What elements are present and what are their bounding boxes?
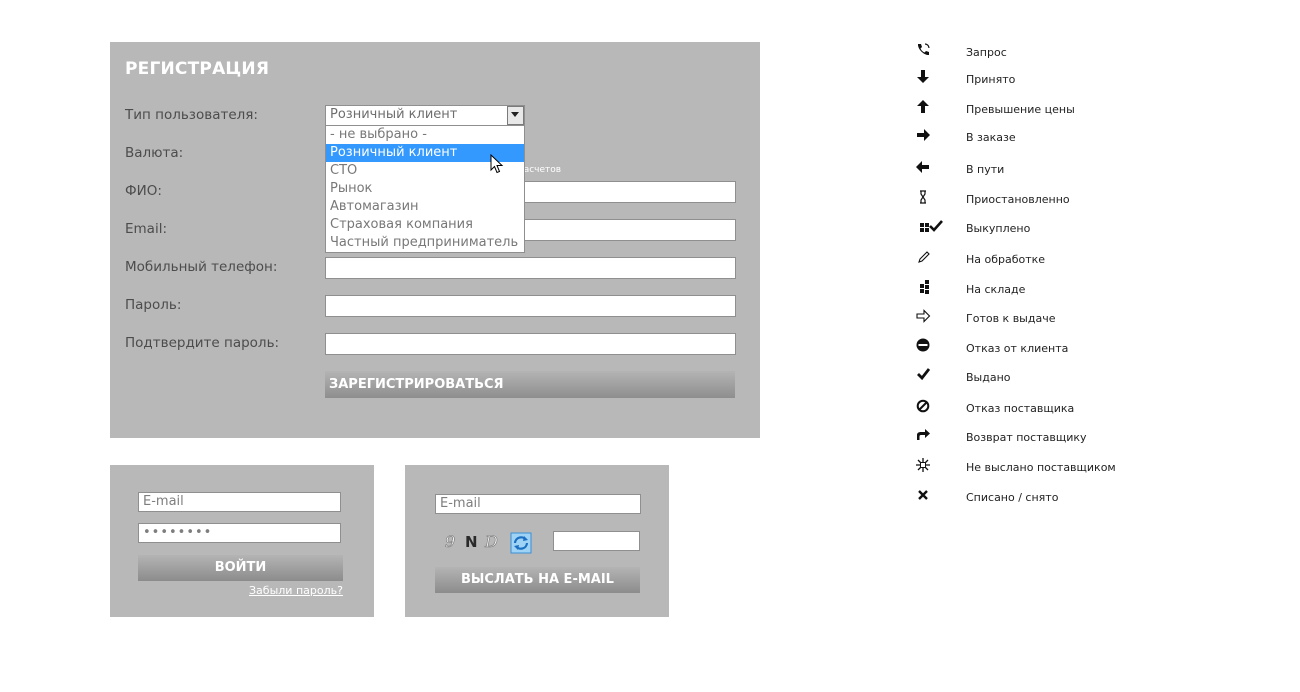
legend-label: Приостановленно [966, 193, 1070, 206]
arrow-down-icon [915, 69, 947, 85]
chevron-down-icon[interactable] [507, 106, 524, 125]
registration-panel: РЕГИСТРАЦИЯ Тип пользователя: Валюта: ФИ… [110, 42, 760, 438]
legend-item: Выкуплено [915, 218, 1215, 238]
legend-item: На складе [915, 279, 1215, 299]
dropdown-option[interactable]: Страховая компания [326, 216, 524, 234]
hourglass-icon [915, 189, 947, 205]
cross-icon [915, 487, 947, 503]
legend-item: Приостановленно [915, 189, 1215, 209]
registration-title: РЕГИСТРАЦИЯ [125, 59, 270, 79]
outline-arrow-right-icon [915, 308, 947, 324]
dropdown-option[interactable]: Частный предприниматель [326, 234, 524, 252]
pencil-icon [915, 249, 947, 265]
password-recovery-panel: E-mail 9 N D ВЫСЛАТЬ НА E-MAIL [405, 465, 669, 617]
legend-label: Не выслано поставщиком [966, 461, 1116, 474]
legend-item: Превышение цены [915, 99, 1215, 119]
legend-label: Выдано [966, 371, 1011, 384]
currency-label: Валюта: [125, 145, 184, 161]
legend-label: Возврат поставщику [966, 431, 1087, 444]
burst-icon [915, 457, 947, 473]
recovery-email-input[interactable]: E-mail [435, 494, 641, 514]
login-password-input[interactable]: •••••••• [138, 523, 341, 543]
legend-label: Отказ поставщика [966, 402, 1075, 415]
captcha-input[interactable] [553, 531, 640, 551]
legend-item: На обработке [915, 249, 1215, 269]
mobile-input[interactable] [325, 257, 736, 279]
captcha-image: 9 N D [443, 531, 507, 555]
send-email-button[interactable]: ВЫСЛАТЬ НА E-MAIL [435, 567, 640, 593]
legend-item: Не выслано поставщиком [915, 457, 1215, 477]
login-button[interactable]: ВОЙТИ [138, 555, 343, 581]
confirm-password-input[interactable] [325, 333, 736, 355]
legend-item: В пути [915, 159, 1215, 179]
arrow-up-icon [915, 99, 947, 115]
dropdown-option[interactable]: - не выбрано - [326, 126, 524, 144]
legend-item: Запрос [915, 42, 1215, 62]
mouse-cursor-icon [490, 153, 504, 178]
user-type-dropdown: - не выбрано - Розничный клиент СТО Рыно… [325, 125, 525, 253]
legend-item: Готов к выдаче [915, 308, 1215, 328]
legend-label: На обработке [966, 253, 1046, 266]
forgot-password-link[interactable]: Забыли пароль? [249, 584, 343, 597]
legend-item: Возврат поставщику [915, 427, 1215, 447]
share-arrow-icon [915, 427, 947, 443]
legend-label: Готов к выдаче [966, 312, 1056, 325]
legend-label: Принято [966, 73, 1016, 86]
user-type-value: Розничный клиент [330, 107, 458, 122]
legend-item: Списано / снято [915, 487, 1215, 507]
legend-item: Принято [915, 69, 1215, 89]
arrow-left-icon [915, 159, 947, 175]
legend-item: Выдано [915, 367, 1215, 387]
password-label: Пароль: [125, 297, 182, 313]
user-type-select[interactable]: Розничный клиент [325, 105, 525, 126]
legend-label: В заказе [966, 131, 1016, 144]
dropdown-option[interactable]: Автомагазин [326, 198, 524, 216]
login-panel: E-mail •••••••• ВОЙТИ Забыли пароль? [110, 465, 374, 617]
forbidden-icon [915, 398, 947, 414]
captcha-char: D [484, 532, 498, 551]
legend-item: В заказе [915, 127, 1215, 147]
captcha-char: N [465, 533, 478, 551]
register-button[interactable]: ЗАРЕГИСТРИРОВАТЬСЯ [325, 371, 735, 398]
full-name-label: ФИО: [125, 183, 162, 199]
login-email-input[interactable]: E-mail [138, 492, 341, 512]
grid-check-icon [915, 218, 947, 234]
legend-label: В пути [966, 163, 1005, 176]
legend-label: На складе [966, 283, 1026, 296]
legend-item: Отказ поставщика [915, 398, 1215, 418]
legend-label: Выкуплено [966, 222, 1031, 235]
arrow-right-icon [915, 127, 947, 143]
minus-circle-icon [915, 338, 947, 354]
legend-label: Превышение цены [966, 103, 1075, 116]
captcha-char: 9 [445, 532, 455, 551]
legend-label: Запрос [966, 46, 1007, 59]
legend-label: Отказ от клиента [966, 342, 1069, 355]
phone-icon [915, 42, 947, 58]
mobile-label: Мобильный телефон: [125, 259, 278, 275]
confirm-password-label: Подтвердите пароль: [125, 335, 280, 351]
warehouse-grid-icon [915, 279, 947, 295]
legend-item: Отказ от клиента [915, 338, 1215, 358]
email-label: Email: [125, 221, 168, 237]
user-type-label: Тип пользователя: [125, 107, 258, 123]
legend-label: Списано / снято [966, 491, 1059, 504]
dropdown-option[interactable]: Рынок [326, 180, 524, 198]
password-input[interactable] [325, 295, 736, 317]
check-icon [915, 367, 947, 383]
refresh-captcha-icon[interactable] [510, 532, 532, 558]
